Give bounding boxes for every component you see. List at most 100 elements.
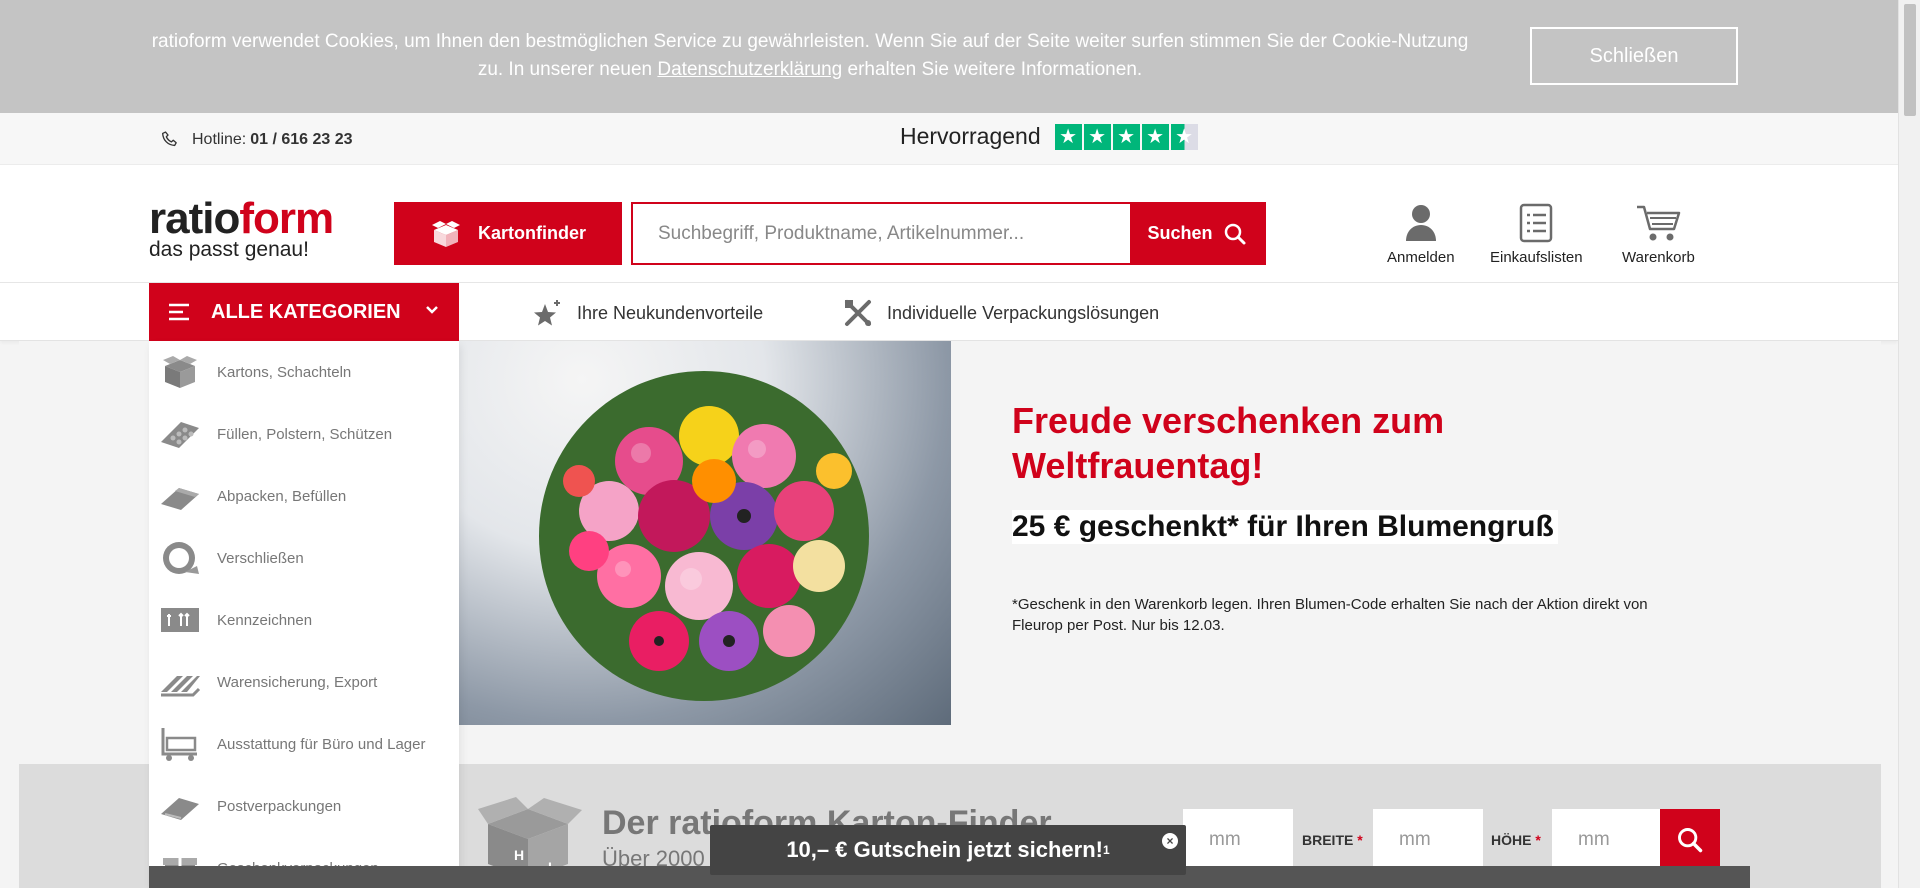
hero-footnote: *Geschenk in den Warenkorb legen. Ihren …	[1012, 596, 1648, 634]
bouquet-illustration	[539, 371, 869, 701]
search-bar: Suchen	[631, 202, 1266, 265]
tools-icon	[845, 300, 871, 326]
length-input[interactable]: mm	[1183, 809, 1293, 871]
width-input[interactable]: mm	[1373, 809, 1483, 871]
category-item-kartons[interactable]: Kartons, Schachteln	[149, 341, 459, 403]
phone-icon	[162, 131, 177, 147]
star-icon: ★	[1083, 123, 1111, 150]
hero-subtitle: 25 € geschenkt* für Ihren Blumengruß	[1012, 510, 1558, 544]
logo-part-ratio: ratio	[149, 194, 240, 243]
category-item-warensicherung[interactable]: Warensicherung, Export	[149, 651, 459, 713]
voucher-footnote: 1	[1102, 843, 1110, 857]
search-icon	[1678, 828, 1703, 853]
cart-button[interactable]: Warenkorb	[1622, 203, 1695, 266]
hero-text: Freude verschenken zum Weltfrauentag! 25…	[1012, 398, 1672, 636]
height-label-text: HÖHE	[1491, 832, 1532, 848]
category-label: Kennzeichnen	[217, 611, 313, 629]
category-label: Kartons, Schachteln	[217, 363, 352, 381]
kartonfinder-button[interactable]: Kartonfinder	[394, 202, 622, 265]
width-label-text: BREITE	[1302, 832, 1354, 848]
height-label: HÖHE *	[1491, 832, 1541, 848]
kartonfinder-label: Kartonfinder	[478, 223, 586, 243]
logo-wordmark: ratioform	[149, 194, 334, 243]
cart-trolley-icon	[161, 728, 197, 761]
nav-new-customer-benefits[interactable]: Ihre Neukundenvorteile	[533, 298, 763, 328]
category-item-postverpackungen[interactable]: Postverpackungen	[149, 775, 459, 837]
shopping-lists-button[interactable]: Einkaufslisten	[1490, 203, 1583, 266]
finder-search-button[interactable]	[1660, 809, 1720, 871]
category-label: Postverpackungen	[217, 797, 342, 815]
bag-icon	[161, 488, 199, 510]
category-label: Abpacken, Befüllen	[217, 487, 347, 505]
login-label: Anmelden	[1387, 249, 1455, 266]
all-categories-button[interactable]: ALLE KATEGORIEN	[149, 283, 459, 341]
logo[interactable]: ratioform das passt genau!	[149, 194, 334, 262]
header: ratioform das passt genau! Kartonfinder …	[0, 165, 1898, 283]
search-button[interactable]: Suchen	[1130, 204, 1264, 263]
height-input[interactable]: mm	[1552, 809, 1662, 871]
privacy-link[interactable]: Datenschutzerklärung	[657, 59, 842, 80]
svg-text:H: H	[514, 847, 524, 863]
cart-label: Warenkorb	[1622, 249, 1695, 266]
scrollbar[interactable]	[1898, 0, 1920, 888]
hotline-number: 01 / 616 23 23	[250, 131, 353, 148]
rating-stars: ★ ★ ★ ★ ★	[1054, 123, 1198, 150]
star-sparkle-icon	[534, 300, 560, 326]
hotline-label: Hotline:	[192, 131, 247, 148]
category-item-abpacken[interactable]: Abpacken, Befüllen	[149, 465, 459, 527]
search-input[interactable]	[633, 204, 1130, 263]
required-mark: *	[1357, 832, 1363, 848]
envelope-icon	[161, 798, 199, 820]
star-icon: ★	[1054, 123, 1082, 150]
hotline[interactable]: Hotline: 01 / 616 23 23	[160, 130, 353, 150]
login-button[interactable]: Anmelden	[1387, 203, 1455, 266]
shopping-lists-label: Einkaufslisten	[1490, 249, 1583, 266]
tape-icon	[163, 542, 199, 574]
box-icon	[432, 220, 460, 247]
flower-bouquet-image	[459, 341, 951, 725]
required-mark: *	[1535, 832, 1541, 848]
bubble-wrap-icon	[161, 422, 199, 448]
menu-icon	[169, 303, 189, 321]
box-icon	[163, 356, 197, 388]
logo-part-form: form	[239, 194, 334, 243]
scrollbar-thumb[interactable]	[1904, 4, 1916, 116]
list-icon	[1520, 203, 1553, 243]
label-icon	[161, 608, 199, 632]
cookie-close-button[interactable]: Schließen	[1530, 27, 1738, 85]
width-label: BREITE *	[1302, 832, 1363, 848]
pallet-icon	[161, 676, 201, 697]
cookie-banner: ratioform verwendet Cookies, um Ihnen de…	[0, 0, 1898, 113]
star-icon: ★	[1112, 123, 1140, 150]
cart-icon	[1637, 205, 1681, 241]
logo-tagline: das passt genau!	[149, 238, 309, 261]
category-menu: Kartons, Schachteln Füllen, Polstern, Sc…	[149, 341, 459, 888]
nav-bar: ALLE KATEGORIEN Ihre Neukundenvorteile I…	[0, 283, 1898, 341]
search-icon	[1224, 223, 1245, 244]
half-star-icon: ★	[1170, 123, 1198, 150]
top-bar: Hotline: 01 / 616 23 23 Hervorragend ★ ★…	[0, 113, 1898, 165]
category-label: Ausstattung für Büro und Lager	[217, 735, 426, 753]
nav-link-label: Individuelle Verpackungslösungen	[887, 302, 1160, 323]
category-item-verschliessen[interactable]: Verschließen	[149, 527, 459, 589]
star-icon: ★	[1141, 123, 1169, 150]
nav-individual-packaging[interactable]: Individuelle Verpackungslösungen	[843, 298, 1159, 328]
all-categories-label: ALLE KATEGORIEN	[211, 300, 401, 323]
category-item-kennzeichnen[interactable]: Kennzeichnen	[149, 589, 459, 651]
rating-label: Hervorragend	[900, 123, 1041, 149]
chevron-down-icon	[426, 306, 438, 314]
trustpilot-rating[interactable]: Hervorragend ★ ★ ★ ★ ★	[900, 123, 1198, 150]
category-item-ausstattung[interactable]: Ausstattung für Büro und Lager	[149, 713, 459, 775]
user-icon	[1405, 205, 1436, 241]
category-label: Füllen, Polstern, Schützen	[217, 425, 393, 443]
hero-title: Freude verschenken zum Weltfrauentag!	[1012, 400, 1445, 486]
category-label: Verschließen	[217, 549, 304, 567]
voucher-popup[interactable]: 10,– € Gutschein jetzt sichern! 1 ×	[710, 825, 1186, 875]
cookie-text-2: erhalten Sie weitere Informationen.	[842, 59, 1143, 80]
close-icon[interactable]: ×	[1162, 833, 1178, 849]
search-button-label: Suchen	[1147, 223, 1213, 243]
voucher-text: 10,– € Gutschein jetzt sichern!	[786, 837, 1103, 862]
category-item-fuellen[interactable]: Füllen, Polstern, Schützen	[149, 403, 459, 465]
page: ratioform verwendet Cookies, um Ihnen de…	[0, 0, 1898, 888]
category-label: Warensicherung, Export	[217, 673, 378, 691]
